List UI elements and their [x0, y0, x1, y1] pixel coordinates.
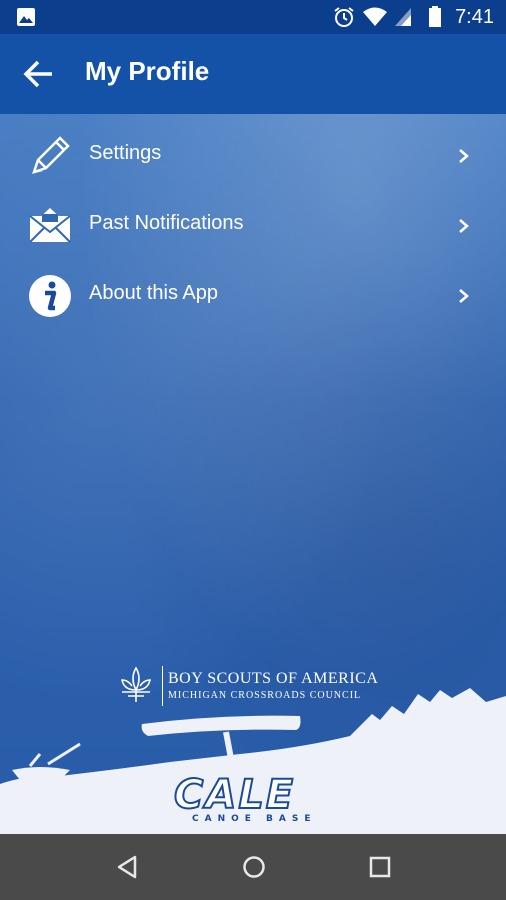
cale-logo: CALE	[173, 771, 296, 819]
pencil-icon	[32, 136, 70, 174]
canoe-base-label: CANOE BASE	[192, 814, 317, 824]
chevron-right-icon	[459, 219, 469, 233]
app-bar: My Profile	[0, 34, 506, 114]
recents-square-icon[interactable]	[369, 856, 391, 878]
menu-item-label: Settings	[89, 142, 162, 164]
menu-item-label: Past Notifications	[89, 212, 244, 234]
wifi-icon	[363, 7, 387, 26]
envelope-icon	[29, 208, 71, 243]
back-triangle-icon[interactable]	[116, 855, 138, 879]
arrow-back-icon[interactable]	[22, 58, 58, 90]
alarm-icon	[334, 7, 354, 27]
page-title: My Profile	[85, 56, 210, 86]
battery-icon	[429, 6, 441, 27]
status-bar: 7:41	[0, 0, 506, 34]
menu-item-settings[interactable]: Settings	[0, 120, 506, 190]
home-circle-icon[interactable]	[242, 855, 266, 879]
menu-item-past-notifications[interactable]: Past Notifications	[0, 190, 506, 260]
chevron-right-icon	[459, 289, 469, 303]
signal-icon	[395, 8, 411, 26]
menu-item-label: About this App	[89, 282, 218, 304]
image-icon	[17, 8, 35, 26]
system-nav-bar	[0, 834, 506, 900]
status-time: 7:41	[455, 6, 494, 28]
menu-item-about-this-app[interactable]: About this App	[0, 260, 506, 330]
info-icon	[29, 275, 71, 317]
chevron-right-icon	[459, 149, 469, 163]
profile-content: Settings Past Notifications About this A…	[0, 114, 506, 834]
